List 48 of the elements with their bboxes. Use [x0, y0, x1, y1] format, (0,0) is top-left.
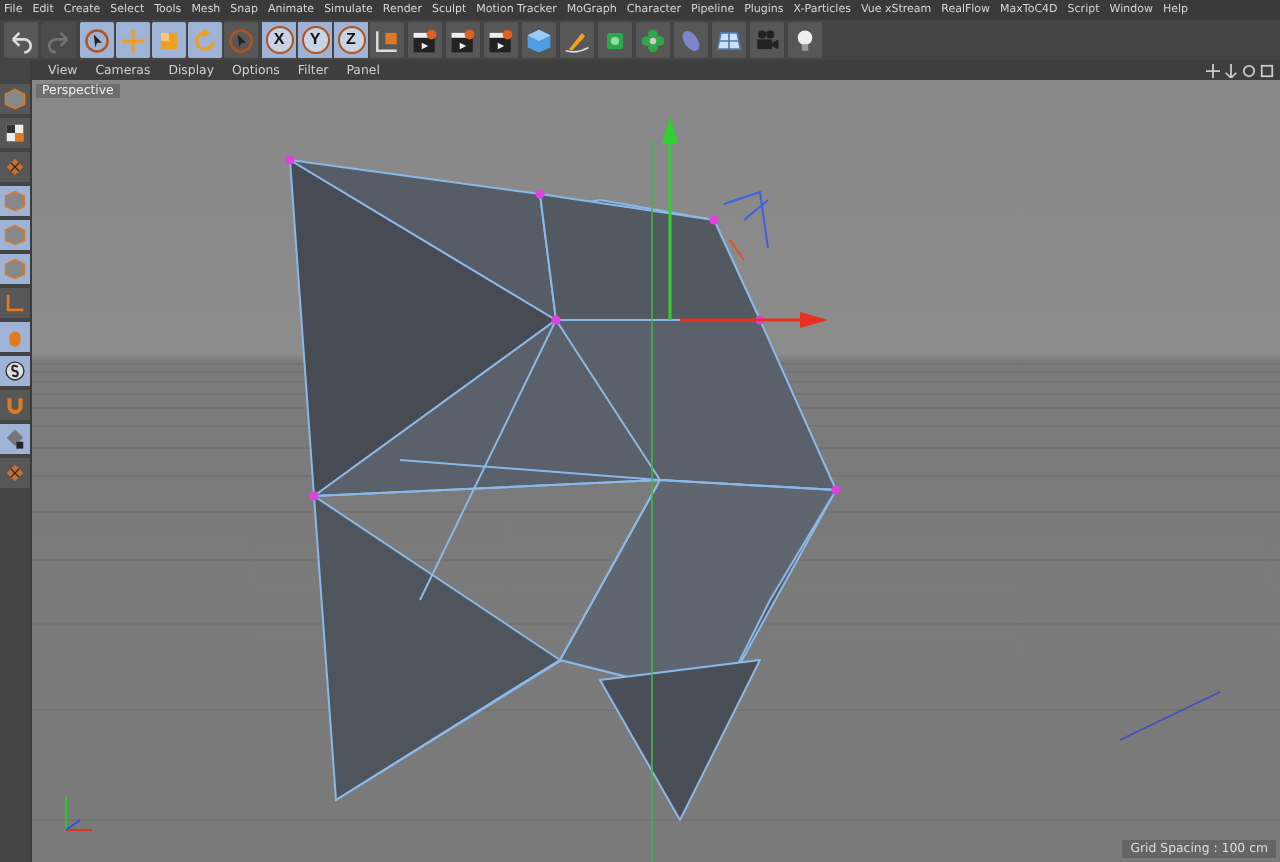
- zoom-icon[interactable]: [1224, 63, 1238, 77]
- cube-icon: [4, 88, 26, 110]
- flower-icon: [640, 27, 666, 53]
- axis-lock-button[interactable]: Z: [334, 22, 368, 58]
- toolbar-button[interactable]: [788, 22, 822, 58]
- grid-icon: [4, 462, 26, 484]
- grid-plane-icon: [716, 27, 742, 53]
- world-axis-icon: [65, 795, 93, 831]
- side-tool-button[interactable]: [0, 424, 30, 454]
- cube-icon: [4, 224, 26, 246]
- axis-icon: [4, 292, 26, 314]
- grid-icon: [4, 156, 26, 178]
- axis-cube-icon: [374, 27, 400, 53]
- cursor-icon: [228, 27, 254, 53]
- orbit-icon[interactable]: [1242, 63, 1256, 77]
- cube-icon: [4, 258, 26, 280]
- camera-icon: [754, 27, 780, 53]
- toolbar-button[interactable]: [484, 22, 518, 58]
- cursor-icon: [84, 27, 110, 53]
- cube-icon: [526, 27, 552, 53]
- pan-icon[interactable]: [1206, 63, 1220, 77]
- light-bulb-icon: [792, 27, 818, 53]
- clapperboard-icon: [450, 27, 476, 53]
- pen-icon: [564, 27, 590, 53]
- magnet-icon: [4, 394, 26, 416]
- cube-icon: [4, 190, 26, 212]
- gear-icon: [602, 27, 628, 53]
- clapperboard-icon: [488, 27, 514, 53]
- undo-icon: [8, 27, 34, 53]
- axis-lock-button[interactable]: Y: [298, 22, 332, 58]
- maximize-icon[interactable]: [1260, 63, 1274, 77]
- scale-icon: [156, 27, 182, 53]
- capsule-icon: [678, 27, 704, 53]
- toolbar-button[interactable]: [446, 22, 480, 58]
- camera-gizmo-drawing: [723, 190, 769, 261]
- redo-icon: [46, 27, 72, 53]
- x-axis-arrow[interactable]: [680, 312, 828, 328]
- s-circle-icon: [4, 360, 26, 382]
- move-icon: [120, 27, 146, 53]
- lock-grid-icon: [4, 428, 26, 450]
- checker-cube-icon: [4, 122, 26, 144]
- mouse-icon: [4, 326, 26, 348]
- toolbar-button[interactable]: [408, 22, 442, 58]
- clapperboard-icon: [412, 27, 438, 53]
- axis-lock-button[interactable]: X: [262, 22, 296, 58]
- rotate-icon: [192, 27, 218, 53]
- side-tool-button[interactable]: [0, 118, 30, 148]
- side-tool-button[interactable]: [0, 356, 30, 386]
